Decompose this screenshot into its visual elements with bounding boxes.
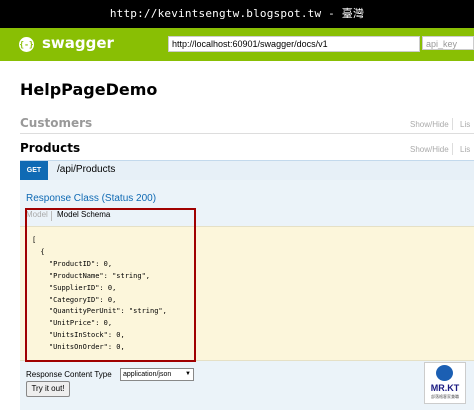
http-method-badge[interactable]: GET [20,161,48,180]
list-operations-link[interactable]: Lis [460,145,470,154]
blog-badge: MR.KT 部落格客家兼職 [424,362,466,404]
swagger-logo-text: swagger [42,34,114,52]
avatar-icon [436,365,453,381]
show-hide-link[interactable]: Show/Hide [410,120,449,129]
schema-line: "UnitPrice": 0, [32,319,113,328]
schema-line: "UnitsOnOrder": 0, [32,343,125,352]
divider [51,211,52,221]
schema-line: "ProductName": "string", [32,271,151,280]
response-content-type-value: application/json [123,371,172,378]
schema-line: "CategoryID": 0, [32,295,117,304]
api-key-input[interactable]: api_key [422,36,474,50]
try-it-out-button[interactable]: Try it out! [26,381,70,397]
tab-model[interactable]: Model [26,210,48,219]
swagger-logo-icon: {-} [19,37,34,52]
list-operations-link[interactable]: Lis [460,120,470,129]
operation-body: Response Class (Status 200) Model Model … [20,180,474,410]
model-schema-code: [ { "ProductID": 0, "ProductName": "stri… [32,235,167,354]
divider [20,133,474,134]
resource-name[interactable]: Customers [20,116,92,130]
response-content-type-label: Response Content Type [26,370,112,379]
divider [452,118,453,130]
response-class-title: Response Class (Status 200) [26,193,157,204]
watermark-bar: http://kevintsengtw.blogspot.tw - 臺灣 [0,0,474,28]
tab-model-schema[interactable]: Model Schema [57,210,110,219]
spec-url-input[interactable]: http://localhost:60901/swagger/docs/v1 [168,36,420,52]
show-hide-link[interactable]: Show/Hide [410,145,449,154]
schema-line: [ [32,236,37,244]
page-title: HelpPageDemo [20,80,158,99]
response-content-type-select[interactable]: application/json ▼ [120,368,194,381]
blog-badge-subtext: 部落格客家兼職 [431,394,459,399]
operation-heading[interactable]: GET /api/Products [20,160,474,181]
schema-line: "UnitsInStock": 0, [32,331,125,340]
divider [452,143,453,155]
swagger-header: {-} swagger http://localhost:60901/swagg… [0,28,474,61]
chevron-down-icon[interactable]: ▼ [185,369,191,380]
blog-badge-text: MR.KT [430,383,460,393]
resource-name[interactable]: Products [20,141,80,155]
model-schema-box[interactable]: [ { "ProductID": 0, "ProductName": "stri… [20,226,474,361]
schema-line: "ProductID": 0, [32,259,113,268]
schema-line: "QuantityPerUnit": "string", [32,307,167,316]
operation-path[interactable]: /api/Products [57,164,115,175]
resource-products[interactable]: Products Show/Hide Lis [20,141,474,161]
schema-line: "SupplierID": 0, [32,283,117,292]
schema-line: { [32,247,45,256]
